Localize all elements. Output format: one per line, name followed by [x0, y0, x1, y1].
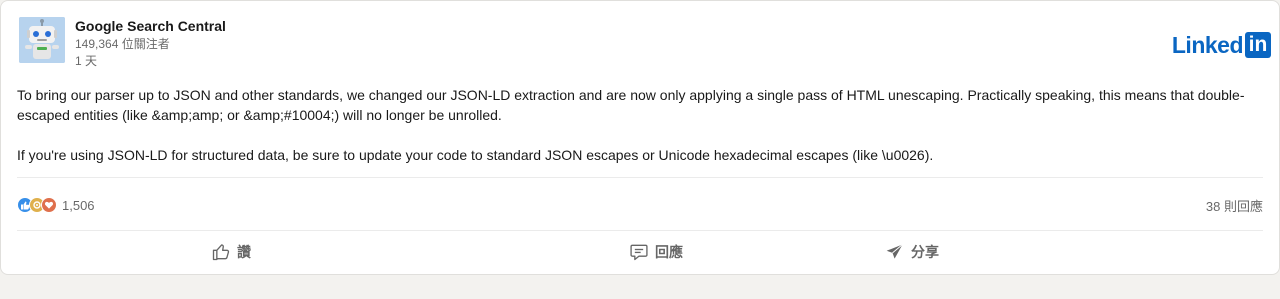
social-counts: 1,506 38 則回應: [17, 195, 1263, 215]
share-label: 分享: [911, 244, 939, 260]
comment-label: 回應: [655, 244, 683, 260]
like-button[interactable]: 讚: [211, 237, 251, 267]
divider: [17, 230, 1263, 231]
love-icon: [41, 197, 57, 213]
speech-bubble-icon: [630, 244, 648, 261]
linkedin-wordmark: Linked: [1171, 32, 1244, 58]
reaction-icons: [17, 197, 57, 213]
post-time: 1 天: [75, 53, 226, 70]
comment-count[interactable]: 38 則回應: [1206, 196, 1263, 215]
robot-mascot-icon: [19, 17, 65, 63]
reaction-count: 1,506: [62, 197, 95, 213]
post-body: To bring our parser up to JSON and other…: [17, 85, 1263, 165]
paper-plane-icon: [886, 244, 903, 259]
post-paragraph: If you're using JSON-LD for structured d…: [17, 147, 934, 163]
author-meta: Google Search Central 149,364 位關注者 1 天: [75, 15, 226, 70]
reactions-summary[interactable]: 1,506: [17, 197, 95, 213]
divider: [17, 177, 1263, 178]
linkedin-in-mark: in: [1245, 32, 1271, 58]
author-avatar[interactable]: [19, 17, 65, 63]
post-paragraph: To bring our parser up to JSON and other…: [17, 87, 1245, 123]
post-card: Google Search Central 149,364 位關注者 1 天 L…: [0, 0, 1280, 275]
share-button[interactable]: 分享: [885, 237, 939, 267]
post-time-label: 1 天: [75, 54, 98, 68]
action-bar: 讚 回應 分享: [1, 237, 1279, 267]
author-name[interactable]: Google Search Central: [75, 16, 226, 36]
linkedin-logo: Linked in: [1172, 31, 1271, 59]
comment-button[interactable]: 回應: [629, 237, 683, 267]
follower-count: 149,364 位關注者: [75, 37, 170, 51]
thumbs-up-icon: [212, 244, 230, 261]
like-label: 讚: [237, 244, 251, 260]
